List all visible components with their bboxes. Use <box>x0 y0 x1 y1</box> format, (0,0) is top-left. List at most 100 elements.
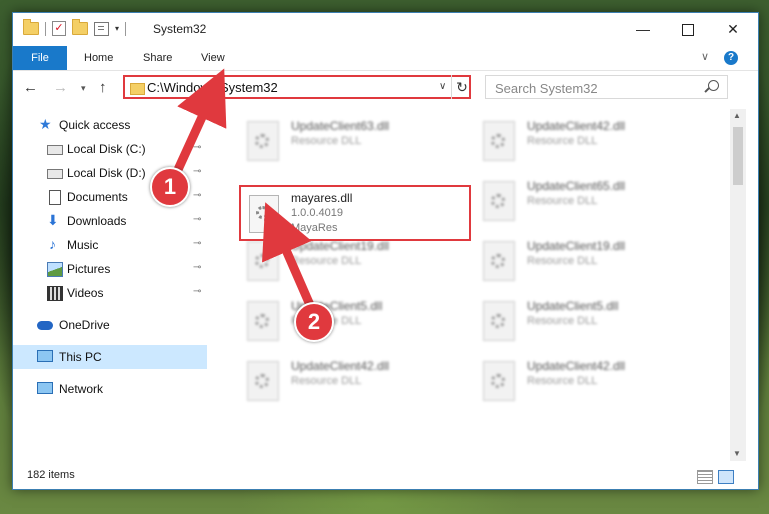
dll-file-icon <box>247 301 279 341</box>
film-strip-icon <box>47 286 63 301</box>
step-2-badge: 2 <box>294 302 334 342</box>
minimize-button[interactable]: — <box>620 13 666 45</box>
file-type: Resource DLL <box>527 135 598 147</box>
dll-file-icon <box>247 121 279 161</box>
dll-file-icon <box>247 241 279 281</box>
sidebar-item-local-disk-c[interactable]: Local Disk (C:) ⊸ <box>13 137 207 161</box>
dll-file-icon <box>483 361 515 401</box>
file-name: UpdateClient19.dll <box>527 239 626 253</box>
customize-toolbar-chevron-icon[interactable]: ▾ <box>115 24 119 33</box>
sidebar-item-label: Pictures <box>67 262 111 276</box>
file-name: UpdateClient42.dll <box>527 119 626 133</box>
forward-button[interactable]: → <box>53 79 68 96</box>
sidebar-item-downloads[interactable]: ⬇ Downloads ⊸ <box>13 209 207 233</box>
dll-file-icon <box>247 361 279 401</box>
new-folder-icon[interactable] <box>72 19 88 35</box>
scroll-down-icon[interactable]: ▼ <box>733 449 741 458</box>
close-button[interactable]: ✕ <box>710 13 756 45</box>
file-tile[interactable]: UpdateClient63.dll Resource DLL <box>227 115 457 171</box>
up-button[interactable]: ↑ <box>99 79 107 96</box>
maximize-icon <box>682 24 694 37</box>
folder-icon <box>23 19 39 35</box>
tab-share[interactable]: Share <box>143 46 172 70</box>
sidebar-item-quick-access[interactable]: ★ Quick access <box>13 113 207 137</box>
sidebar-item-label: Videos <box>67 286 104 300</box>
pin-icon: ⊸ <box>193 238 202 249</box>
file-name: UpdateClient63.dll <box>291 119 390 133</box>
address-path[interactable]: C:\Windows\System32 <box>147 80 278 95</box>
cloud-icon <box>37 321 53 330</box>
dll-file-icon <box>483 301 515 341</box>
file-tile[interactable]: UpdateClient65.dll Resource DLL <box>463 175 693 231</box>
file-tile[interactable]: UpdateClient42.dll Resource DLL <box>463 115 693 171</box>
file-list: UpdateClient63.dll Resource DLL UpdateCl… <box>219 109 727 461</box>
computer-icon <box>37 350 53 362</box>
sidebar-item-label: Local Disk (C:) <box>67 142 146 156</box>
sidebar-item-network[interactable]: Network <box>13 377 207 401</box>
tab-view[interactable]: View <box>201 46 225 70</box>
dll-file-icon <box>483 121 515 161</box>
music-note-icon: ♪ <box>49 236 56 252</box>
tab-home[interactable]: Home <box>84 46 113 70</box>
refresh-button[interactable]: ↻ <box>451 75 472 99</box>
navigation-pane: ★ Quick access Local Disk (C:) ⊸ Local D… <box>13 109 209 461</box>
file-type: Resource DLL <box>291 375 362 387</box>
item-count: 182 items <box>27 469 75 481</box>
sidebar-item-music[interactable]: ♪ Music ⊸ <box>13 233 207 257</box>
properties-icon[interactable] <box>94 21 109 36</box>
file-tile[interactable]: UpdateClient42.dll Resource DLL <box>463 355 693 411</box>
file-tile[interactable]: UpdateClient5.dll Resource DLL <box>463 295 693 351</box>
star-icon: ★ <box>39 116 52 132</box>
pin-icon: ⊸ <box>193 262 202 273</box>
dll-file-icon <box>483 181 515 221</box>
sidebar-item-videos[interactable]: Videos ⊸ <box>13 281 207 305</box>
selected-file-mayares[interactable]: mayares.dll 1.0.0.4019 MayaRes <box>239 185 471 241</box>
ribbon-tabs: File Home Share View ∨ ? <box>13 46 758 71</box>
pin-icon: ⊸ <box>193 166 202 177</box>
details-view-icon[interactable] <box>697 470 713 484</box>
status-bar: 182 items <box>13 465 758 489</box>
file-type: Resource DLL <box>527 375 598 387</box>
pictures-icon <box>47 262 63 277</box>
folder-icon <box>130 83 145 95</box>
expand-ribbon-chevron-icon[interactable]: ∨ <box>701 50 709 63</box>
file-type: Resource DLL <box>291 135 362 147</box>
help-icon[interactable]: ? <box>724 51 738 65</box>
drive-icon <box>47 145 63 155</box>
sidebar-item-this-pc[interactable]: This PC <box>13 345 207 369</box>
search-input[interactable] <box>486 76 707 100</box>
address-bar[interactable]: C:\Windows\System32 ∨ ↻ <box>123 75 471 99</box>
file-tile[interactable]: UpdateClient5.dll Resource DLL <box>227 295 457 351</box>
sidebar-item-label: Music <box>67 238 99 252</box>
pin-icon: ⊸ <box>193 190 202 201</box>
window-title: System32 <box>153 22 207 36</box>
file-tile[interactable]: UpdateClient19.dll Resource DLL <box>227 235 457 291</box>
drive-icon <box>47 169 63 179</box>
properties-check-icon[interactable]: ✓ <box>52 21 66 36</box>
toolbar-separator <box>125 21 127 36</box>
file-type: Resource DLL <box>527 195 598 207</box>
large-icons-view-icon[interactable] <box>718 470 734 484</box>
sidebar-item-label: Quick access <box>59 118 131 132</box>
address-dropdown-icon[interactable]: ∨ <box>439 81 446 92</box>
recent-locations-button[interactable]: ▾ <box>81 83 86 94</box>
sidebar-item-pictures[interactable]: Pictures ⊸ <box>13 257 207 281</box>
tab-file[interactable]: File <box>13 46 67 70</box>
scroll-up-icon[interactable]: ▲ <box>733 111 741 120</box>
gear-icon <box>264 215 274 225</box>
file-type: Resource DLL <box>291 255 362 267</box>
sidebar-item-onedrive[interactable]: OneDrive <box>13 313 207 337</box>
search-icon[interactable] <box>708 80 719 91</box>
vertical-scrollbar[interactable]: ▲ ▼ <box>730 109 746 461</box>
scroll-thumb[interactable] <box>733 127 743 185</box>
back-button[interactable]: ← <box>23 79 38 96</box>
pin-icon: ⊸ <box>193 286 202 297</box>
file-name: UpdateClient19.dll <box>291 239 390 253</box>
file-name: mayares.dll <box>291 191 353 205</box>
maximize-button[interactable] <box>665 13 711 45</box>
toolbar-separator <box>45 21 46 36</box>
sidebar-item-label: Documents <box>67 190 128 204</box>
file-tile[interactable]: UpdateClient19.dll Resource DLL <box>463 235 693 291</box>
search-box[interactable] <box>485 75 728 100</box>
file-tile[interactable]: UpdateClient42.dll Resource DLL <box>227 355 457 411</box>
